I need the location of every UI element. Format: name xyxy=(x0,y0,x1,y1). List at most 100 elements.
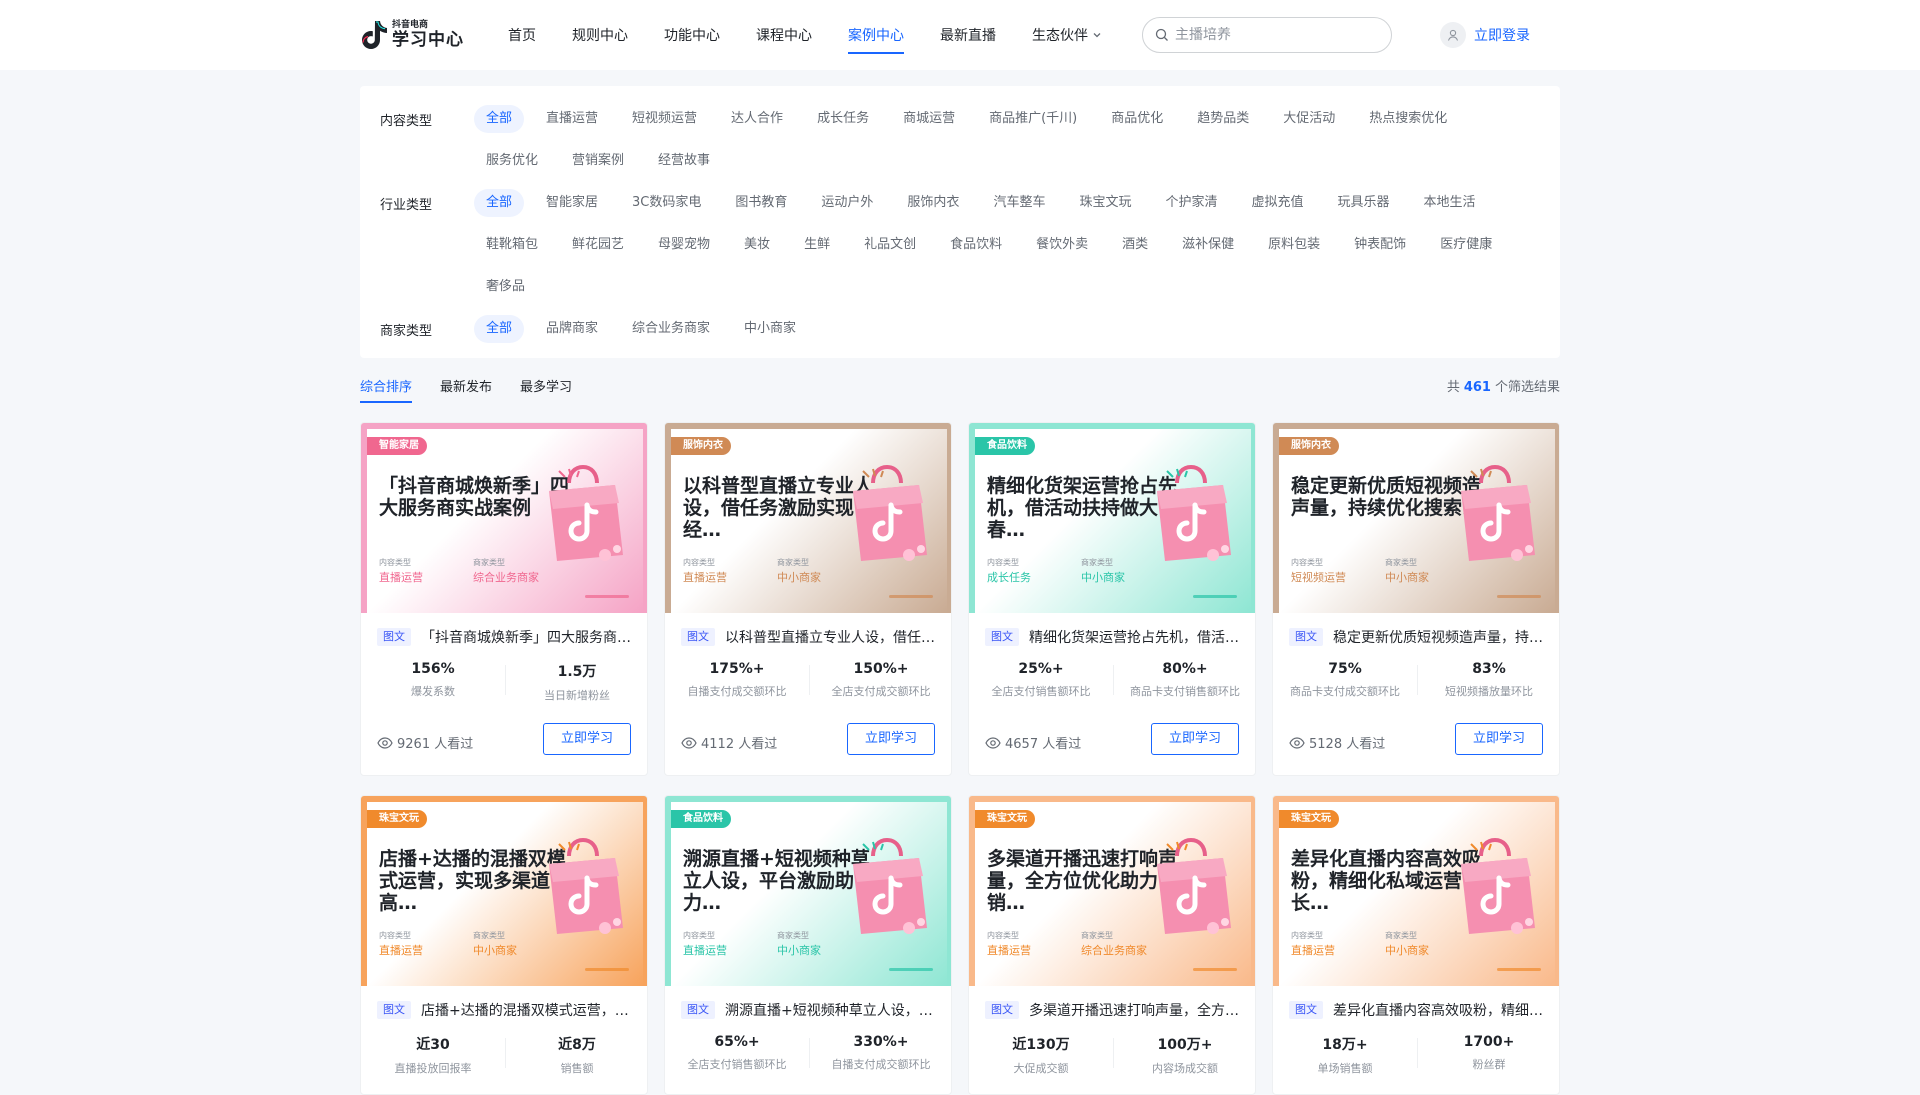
learn-now-button[interactable]: 立即学习 xyxy=(847,723,935,755)
login-area[interactable]: 立即登录 xyxy=(1440,22,1530,48)
card-cover[interactable]: 智能家居 「抖音商城焕新季」四大服务商实战案例 内容类型 直播运营 商家类型 综… xyxy=(361,423,647,613)
filter-tag[interactable]: 玩具乐器 xyxy=(1326,189,1402,217)
filter-tag[interactable]: 全部 xyxy=(474,189,525,217)
nav-case-center[interactable]: 案例中心 xyxy=(848,0,904,70)
stat-value: 100万+ xyxy=(1157,1037,1213,1053)
filter-tag[interactable]: 智能家居 xyxy=(534,189,610,217)
site-logo[interactable]: 抖音电商 学习中心 xyxy=(360,15,480,55)
eye-icon xyxy=(1289,736,1305,749)
filter-tag[interactable]: 中小商家 xyxy=(732,315,808,343)
filter-tag[interactable]: 鲜花园艺 xyxy=(560,231,636,259)
case-card[interactable]: 服饰内衣 以科普型直播立专业人设，借任务激励实现经… 内容类型 直播运营 商家类… xyxy=(664,422,952,776)
filter-tag[interactable]: 鞋靴箱包 xyxy=(474,231,550,259)
learn-now-button[interactable]: 立即学习 xyxy=(1151,723,1239,755)
stat-value: 156% xyxy=(411,661,455,677)
search-box[interactable] xyxy=(1142,17,1392,53)
filter-tag[interactable]: 原料包装 xyxy=(1256,231,1332,259)
filter-tag[interactable]: 成长任务 xyxy=(805,105,881,133)
filter-tag[interactable]: 运动户外 xyxy=(809,189,885,217)
card-cover[interactable]: 珠宝文玩 店播+达播的混播双模式运营，实现多渠道高… 内容类型 直播运营 商家类… xyxy=(361,796,647,986)
filter-tag[interactable]: 短视频运营 xyxy=(620,105,709,133)
filter-tag[interactable]: 经营故事 xyxy=(646,147,722,175)
card-title[interactable]: 「抖音商城焕新季」四大服务商实战案例 xyxy=(421,627,633,647)
cover-accent-bar xyxy=(889,968,933,971)
card-cover[interactable]: 食品饮料 溯源直播+短视频种草立人设，平台激励助力… 内容类型 直播运营 商家类… xyxy=(665,796,951,986)
learn-now-button[interactable]: 立即学习 xyxy=(543,723,631,755)
filter-tag[interactable]: 商品推广(千川) xyxy=(977,105,1089,133)
view-count: 9261 人看过 xyxy=(377,733,473,752)
cover-content-label: 内容类型 xyxy=(987,931,1019,940)
case-card[interactable]: 食品饮料 溯源直播+短视频种草立人设，平台激励助力… 内容类型 直播运营 商家类… xyxy=(664,795,952,1095)
filter-tag[interactable]: 营销案例 xyxy=(560,147,636,175)
filter-tag[interactable]: 礼品文创 xyxy=(852,231,928,259)
filter-tag[interactable]: 个护家清 xyxy=(1153,189,1229,217)
stat-label: 商品卡支付销售额环比 xyxy=(1130,685,1240,698)
case-card[interactable]: 服饰内衣 稳定更新优质短视频造声量，持续优化搜索… 内容类型 短视频运营 商家类… xyxy=(1272,422,1560,776)
sort-tab-most-studied[interactable]: 最多学习 xyxy=(520,376,572,401)
filter-tag[interactable]: 滋补保健 xyxy=(1170,231,1246,259)
filter-tag[interactable]: 全部 xyxy=(474,315,525,343)
search-input[interactable] xyxy=(1175,27,1375,43)
filter-tag[interactable]: 达人合作 xyxy=(719,105,795,133)
filter-tag[interactable]: 综合业务商家 xyxy=(620,315,722,343)
nav-feature-center[interactable]: 功能中心 xyxy=(664,0,720,70)
filter-tag[interactable]: 直播运营 xyxy=(534,105,610,133)
filter-tag[interactable]: 生鲜 xyxy=(792,231,842,259)
card-title[interactable]: 稳定更新优质短视频造声量，持续优化搜索运营 xyxy=(1333,627,1545,647)
filter-tag[interactable]: 服饰内衣 xyxy=(895,189,971,217)
card-title[interactable]: 以科普型直播立专业人设，借任务激励实现经营增长 xyxy=(725,627,937,647)
card-cover[interactable]: 珠宝文玩 差异化直播内容高效吸粉，精细化私域运营长… 内容类型 直播运营 商家类… xyxy=(1273,796,1559,986)
filter-tag[interactable]: 热点搜索优化 xyxy=(1357,105,1459,133)
filter-tag[interactable]: 全部 xyxy=(474,105,525,133)
sort-tab-comprehensive[interactable]: 综合排序 xyxy=(360,376,413,403)
card-title[interactable]: 差异化直播内容高效吸粉，精细化私域运营长效经营 xyxy=(1333,1000,1545,1020)
filter-tag[interactable]: 珠宝文玩 xyxy=(1067,189,1143,217)
learn-now-button[interactable]: 立即学习 xyxy=(1455,723,1543,755)
filter-tag[interactable]: 餐饮外卖 xyxy=(1024,231,1100,259)
sort-tab-latest[interactable]: 最新发布 xyxy=(440,376,492,401)
cover-merchant-label: 商家类型 xyxy=(473,931,505,940)
nav-rules-center[interactable]: 规则中心 xyxy=(572,0,628,70)
filter-tag[interactable]: 母婴宠物 xyxy=(646,231,722,259)
shopping-bag-icon xyxy=(1461,464,1535,561)
filter-tag[interactable]: 酒类 xyxy=(1110,231,1160,259)
nav-home[interactable]: 首页 xyxy=(508,0,536,70)
filter-tag[interactable]: 图书教育 xyxy=(723,189,799,217)
nav-latest-live[interactable]: 最新直播 xyxy=(940,0,996,70)
card-cover[interactable]: 食品饮料 精细化货架运营抢占先机，借活动扶持做大春… 内容类型 成长任务 商家类… xyxy=(969,423,1255,613)
case-card[interactable]: 智能家居 「抖音商城焕新季」四大服务商实战案例 内容类型 直播运营 商家类型 综… xyxy=(360,422,648,776)
card-title[interactable]: 精细化货架运营抢占先机，借活动扶持做大春节生意 xyxy=(1029,627,1241,647)
case-card[interactable]: 珠宝文玩 差异化直播内容高效吸粉，精细化私域运营长… 内容类型 直播运营 商家类… xyxy=(1272,795,1560,1095)
filter-tag[interactable]: 3C数码家电 xyxy=(620,189,713,217)
filter-tag[interactable]: 汽车整车 xyxy=(981,189,1057,217)
filter-tag[interactable]: 商品优化 xyxy=(1099,105,1175,133)
filter-tag[interactable]: 虚拟充值 xyxy=(1239,189,1315,217)
filter-tag[interactable]: 医疗健康 xyxy=(1428,231,1504,259)
card-title[interactable]: 店播+达播的混播双模式运营，实现多渠道高效增长 xyxy=(421,1000,633,1020)
case-card[interactable]: 珠宝文玩 店播+达播的混播双模式运营，实现多渠道高… 内容类型 直播运营 商家类… xyxy=(360,795,648,1095)
card-title[interactable]: 多渠道开播迅速打响声量，全方位优化助力销售 xyxy=(1029,1000,1241,1020)
filter-tag[interactable]: 奢侈品 xyxy=(474,273,537,301)
case-card[interactable]: 食品饮料 精细化货架运营抢占先机，借活动扶持做大春… 内容类型 成长任务 商家类… xyxy=(968,422,1256,776)
filter-tag[interactable]: 美妆 xyxy=(732,231,782,259)
cover-accent-bar xyxy=(1193,968,1237,971)
card-cover[interactable]: 珠宝文玩 多渠道开播迅速打响声量，全方位优化助力销… 内容类型 直播运营 商家类… xyxy=(969,796,1255,986)
card-title[interactable]: 溯源直播+短视频种草立人设，平台激励助力增长 xyxy=(725,1000,937,1020)
filter-tag[interactable]: 服务优化 xyxy=(474,147,550,175)
nav-course-center[interactable]: 课程中心 xyxy=(756,0,812,70)
filter-tag[interactable]: 品牌商家 xyxy=(534,315,610,343)
case-card[interactable]: 珠宝文玩 多渠道开播迅速打响声量，全方位优化助力销… 内容类型 直播运营 商家类… xyxy=(968,795,1256,1095)
filter-tag[interactable]: 趋势品类 xyxy=(1185,105,1261,133)
filter-tag[interactable]: 大促活动 xyxy=(1271,105,1347,133)
filter-tag[interactable]: 本地生活 xyxy=(1412,189,1488,217)
nav-eco-partners[interactable]: 生态伙伴 xyxy=(1032,0,1102,70)
stat-1: 近130万 大促成交额 xyxy=(969,1034,1113,1075)
card-cover[interactable]: 服饰内衣 稳定更新优质短视频造声量，持续优化搜索… 内容类型 短视频运营 商家类… xyxy=(1273,423,1559,613)
card-cover[interactable]: 服饰内衣 以科普型直播立专业人设，借任务激励实现经… 内容类型 直播运营 商家类… xyxy=(665,423,951,613)
login-link[interactable]: 立即登录 xyxy=(1474,25,1530,45)
avatar[interactable] xyxy=(1440,22,1466,48)
view-count-text: 4112 人看过 xyxy=(701,737,778,752)
filter-tag[interactable]: 钟表配饰 xyxy=(1342,231,1418,259)
filter-tag[interactable]: 食品饮料 xyxy=(938,231,1014,259)
filter-tag[interactable]: 商城运营 xyxy=(891,105,967,133)
